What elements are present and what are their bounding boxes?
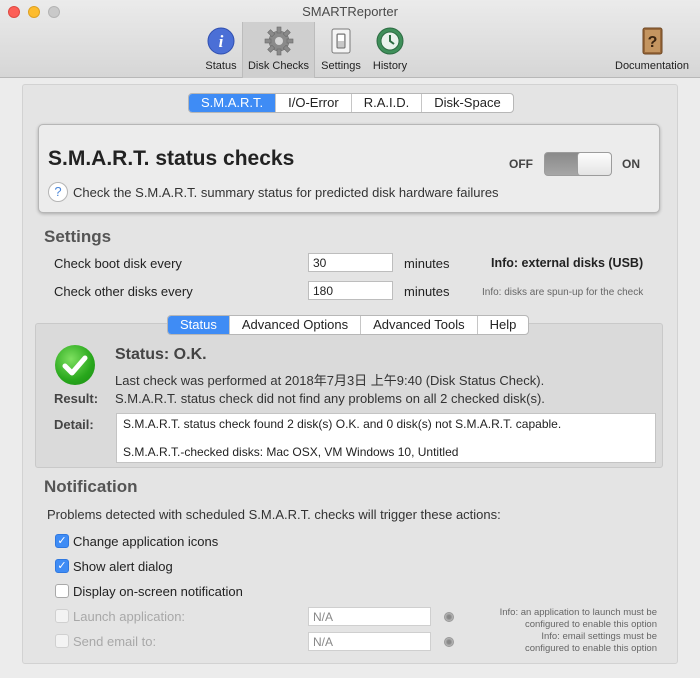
boot-disk-unit: minutes — [404, 256, 450, 271]
show-alert-label[interactable]: Show alert dialog — [73, 559, 173, 574]
tab-smart[interactable]: S.M.A.R.T. — [189, 94, 277, 112]
notification-description: Problems detected with scheduled S.M.A.R… — [47, 507, 501, 522]
other-disks-label: Check other disks every — [54, 284, 193, 299]
time-machine-icon — [376, 27, 404, 55]
launch-info-line-2: configured to enable this option — [524, 619, 657, 630]
external-disks-info: Info: external disks (USB) — [491, 256, 644, 270]
toolbar-history-label: History — [372, 60, 408, 72]
smart-description: Check the S.M.A.R.T. summary status for … — [73, 185, 499, 200]
launch-application-field: N/A — [308, 607, 431, 626]
svg-text:?: ? — [648, 34, 658, 51]
boot-disk-interval-field[interactable]: 30 — [308, 253, 393, 272]
launch-application-label: Launch application: — [73, 609, 186, 624]
tab-advanced-tools[interactable]: Advanced Tools — [361, 316, 478, 334]
launch-application-checkbox — [55, 609, 69, 623]
other-disks-interval-field[interactable]: 180 — [308, 281, 393, 300]
result-label: Result: — [54, 391, 99, 406]
toolbar-settings-button[interactable]: Settings — [317, 22, 365, 78]
send-email-checkbox — [55, 634, 69, 648]
onscreen-notification-label[interactable]: Display on-screen notification — [73, 584, 243, 599]
tab-help[interactable]: Help — [478, 316, 529, 334]
spin-up-info: Info: disks are spun-up for the check — [482, 287, 644, 298]
launch-info-line-1: Info: an application to launch must be — [499, 607, 657, 618]
window-toolbar: SMARTReporter i Status Disk Checks Setti… — [0, 0, 700, 78]
detail-label: Detail: — [54, 417, 94, 432]
window-title: SMARTReporter — [302, 4, 398, 19]
tab-io-error[interactable]: I/O-Error — [276, 94, 352, 112]
smart-enable-toggle[interactable] — [544, 152, 612, 176]
status-title: Status: O.K. — [115, 346, 207, 363]
email-info-line-2: configured to enable this option — [524, 643, 657, 654]
tab-raid[interactable]: R.A.I.D. — [352, 94, 423, 112]
email-info-line-1: Info: email settings must be — [541, 631, 657, 642]
notification-heading: Notification — [44, 477, 138, 496]
onscreen-notification-checkbox[interactable] — [55, 584, 69, 598]
toggle-on-label: ON — [622, 157, 640, 171]
check-type-tabs: S.M.A.R.T. I/O-Error R.A.I.D. Disk-Space — [188, 93, 514, 113]
svg-text:i: i — [219, 32, 224, 51]
help-book-icon: ? — [642, 27, 663, 55]
show-alert-checkbox[interactable]: ✓ — [55, 559, 69, 573]
help-icon[interactable]: ? — [48, 182, 68, 202]
ok-checkmark-icon — [55, 345, 95, 385]
change-icons-label[interactable]: Change application icons — [73, 534, 218, 549]
tab-advanced-options[interactable]: Advanced Options — [230, 316, 362, 334]
tab-disk-space[interactable]: Disk-Space — [422, 94, 512, 112]
toolbar-disk-checks-button[interactable]: Disk Checks — [242, 22, 315, 78]
toolbar-status-button[interactable]: i Status — [200, 22, 242, 78]
info-icon: i — [207, 27, 235, 55]
tab-status[interactable]: Status — [168, 316, 230, 334]
status-tabs: Status Advanced Options Advanced Tools H… — [167, 315, 530, 335]
launch-settings-icon — [444, 612, 454, 622]
toolbar-status-label: Status — [205, 60, 237, 72]
switch-icon — [331, 28, 351, 54]
send-email-label: Send email to: — [73, 634, 157, 649]
toolbar-history-button[interactable]: History — [366, 22, 414, 78]
detail-line: S.M.A.R.T. status check found 2 disk(s) … — [123, 417, 562, 431]
detail-line: S.M.A.R.T.-checked disks: Mac OSX, VM Wi… — [123, 445, 459, 459]
other-disks-unit: minutes — [404, 284, 450, 299]
toggle-off-label: OFF — [509, 157, 533, 171]
toolbar-documentation-button[interactable]: ? Documentation — [610, 22, 694, 78]
smart-title: S.M.A.R.T. status checks — [48, 147, 295, 170]
launch-info: Info: an application to launch must be c… — [480, 607, 657, 631]
change-icons-checkbox[interactable]: ✓ — [55, 534, 69, 548]
send-email-field: N/A — [308, 632, 431, 651]
toggle-knob[interactable] — [577, 153, 611, 175]
gear-icon — [264, 26, 293, 56]
boot-disk-label: Check boot disk every — [54, 256, 182, 271]
detail-textbox[interactable]: S.M.A.R.T. status check found 2 disk(s) … — [116, 413, 656, 463]
toolbar-documentation-label: Documentation — [615, 60, 689, 72]
result-text: S.M.A.R.T. status check did not find any… — [115, 391, 545, 406]
email-settings-icon — [444, 637, 454, 647]
email-info: Info: email settings must be configured … — [480, 631, 657, 655]
toolbar-disk-checks-label: Disk Checks — [247, 60, 310, 72]
last-check-text: Last check was performed at 2018年7月3日 上午… — [115, 373, 545, 388]
settings-heading: Settings — [44, 227, 112, 246]
smart-status-box: S.M.A.R.T. status checks ? Check the S.M… — [38, 124, 660, 213]
toolbar-settings-label: Settings — [321, 60, 361, 72]
